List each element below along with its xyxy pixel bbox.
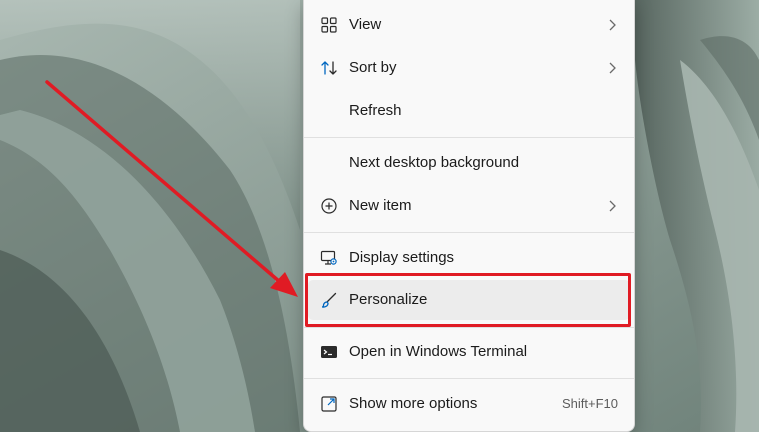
shortcut-hint: Shift+F10	[561, 396, 618, 411]
menu-item-new-item[interactable]: New item	[308, 186, 630, 226]
grid-icon	[320, 16, 338, 34]
chevron-right-icon	[606, 17, 618, 33]
menu-item-label: Display settings	[349, 249, 455, 266]
menu-item-refresh[interactable]: Refresh	[308, 91, 630, 131]
menu-item-label: Open in Windows Terminal	[349, 343, 528, 360]
terminal-icon	[320, 343, 338, 361]
menu-item-label: View	[349, 16, 382, 33]
menu-separator	[304, 378, 634, 379]
expand-icon	[320, 395, 338, 413]
menu-separator	[304, 232, 634, 233]
menu-item-display-settings[interactable]: Display settings	[308, 238, 630, 278]
menu-item-label: Sort by	[349, 59, 397, 76]
menu-item-label: Show more options	[349, 395, 478, 412]
menu-item-open-in-windows-terminal[interactable]: Open in Windows Terminal	[308, 332, 630, 372]
brush-icon	[320, 291, 338, 309]
menu-item-sort-by[interactable]: Sort by	[308, 48, 630, 88]
plus-circle-icon	[320, 197, 338, 215]
menu-item-label: Next desktop background	[349, 154, 520, 171]
chevron-right-icon	[606, 198, 618, 214]
menu-separator	[304, 137, 634, 138]
menu-item-view[interactable]: View	[308, 5, 630, 45]
monitor-settings-icon	[320, 249, 338, 267]
desktop-context-menu: View Sort by Refresh Next desktop backgr…	[303, 0, 635, 432]
menu-item-label: New item	[349, 197, 412, 214]
menu-item-personalize[interactable]: Personalize	[308, 280, 630, 320]
menu-item-label: Personalize	[349, 291, 428, 308]
menu-item-show-more-options[interactable]: Show more options Shift+F10	[308, 384, 630, 424]
sort-icon	[320, 59, 338, 77]
menu-item-label: Refresh	[349, 102, 402, 119]
chevron-right-icon	[606, 60, 618, 76]
menu-separator	[304, 327, 634, 328]
menu-item-next-desktop-background[interactable]: Next desktop background	[308, 143, 630, 183]
